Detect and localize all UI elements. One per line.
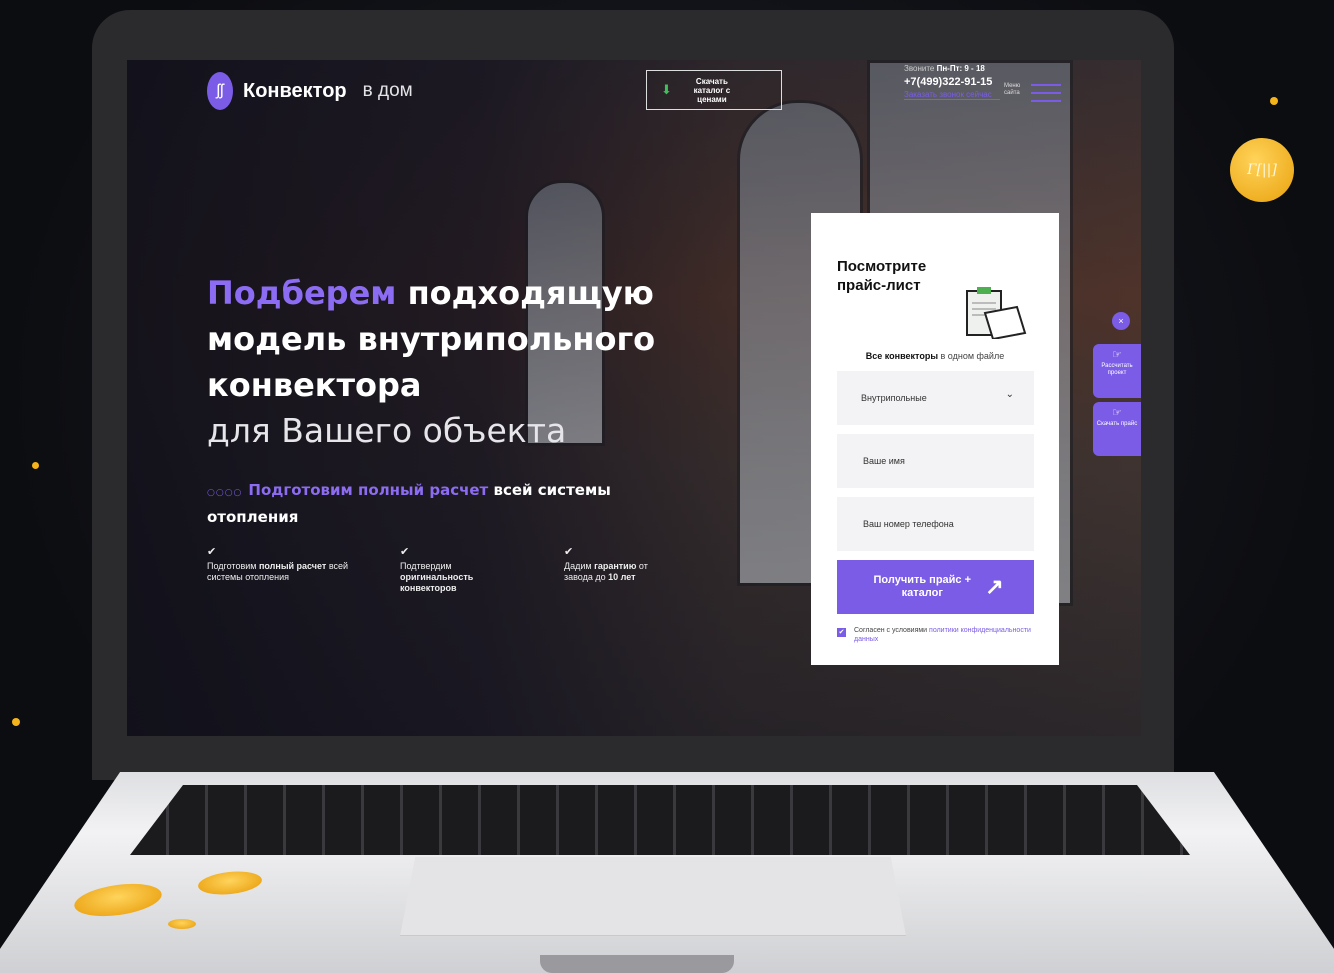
close-icon[interactable]: × (1112, 312, 1130, 330)
consent-checkbox[interactable]: ✔ Согласен с условиями политики конфиден… (837, 626, 1037, 644)
coin-badge-icon: Г[||] (1230, 138, 1294, 202)
get-price-button[interactable]: Получить прайс + каталог ↗ (837, 560, 1034, 614)
decor-dot (1270, 97, 1278, 105)
decor-dot (32, 462, 39, 469)
download-icon: ⬇ (661, 82, 672, 97)
convector-type-select[interactable]: Внутрипольные ⌄ (837, 371, 1034, 425)
feature-text: Подтвердим (400, 561, 452, 571)
check-icon: ✔ (564, 546, 574, 558)
feature-item: ✔ Подтвердим оригинальность конвекторов (400, 547, 510, 594)
tab-label: Скачать прайс (1096, 421, 1138, 427)
feature-bold: оригинальность конвекторов (400, 572, 474, 593)
hero-accent-2: конвектора (207, 366, 422, 404)
download-price-tab[interactable]: ☞ Скачать прайс (1093, 402, 1141, 456)
consent-label: Согласен с условиями (854, 627, 930, 634)
check-icon: ✔ (207, 546, 217, 558)
chevron-down-icon: ⌄ (1005, 389, 1014, 400)
feature-bold: полный расчет (258, 561, 327, 571)
form-title: Посмотрите прайс-лист (837, 258, 927, 294)
laptop-keyboard (130, 785, 1190, 855)
feature-text: Подготовим (207, 561, 259, 571)
decor-dot (12, 718, 20, 726)
coin-icon (168, 919, 196, 929)
price-form-card: Посмотрите прайс-лист Все конвекторы в о… (811, 213, 1059, 665)
feature-bold: гарантию (594, 561, 637, 571)
laptop-notch (540, 955, 734, 973)
hours-prefix: Звоните (904, 64, 937, 73)
callback-link[interactable]: Заказать звонок сейчас (904, 90, 1000, 100)
feature-item: ✔ Дадим гарантию от завода до 10 лет (564, 547, 674, 583)
burger-menu-icon[interactable] (1031, 84, 1061, 108)
subtitle-accent: Подготовим полный расчет (248, 481, 489, 499)
feature-bold: 10 лет (608, 572, 636, 582)
menu-label: Меню сайта (1004, 83, 1021, 96)
phone-link[interactable]: +7(499)322-91-15 (904, 76, 1014, 88)
select-value: Внутрипольные (861, 393, 927, 403)
tab-label: Рассчитать проект (1101, 363, 1133, 376)
form-subtitle-bold: Все конвекторы (865, 351, 939, 361)
logo-icon: ʃʃ (207, 72, 233, 110)
website-screen: ʃʃ Конвектор в дом ⬇ Скачать каталог с ц… (127, 60, 1141, 736)
checkbox-check-icon: ✔ (837, 628, 846, 637)
laptop-trackpad (400, 857, 906, 936)
hand-pointer-icon: ☞ (1112, 349, 1122, 361)
hero-subtitle: ○○○○ Подготовим полный расчет всей систем… (207, 478, 627, 529)
logo-main-text: Конвектор (243, 79, 347, 102)
work-hours: Звоните Пн-Пт: 9 - 18 (904, 64, 1014, 73)
arrow-icon: ↗ (985, 574, 1004, 599)
submit-label: Получить прайс + каталог (873, 574, 972, 599)
dots-icon: ○○○○ (207, 488, 243, 498)
download-catalog-button[interactable]: ⬇ Скачать каталог с ценами (646, 70, 782, 110)
name-input[interactable]: Ваше имя (837, 434, 1034, 488)
calculate-project-tab[interactable]: ☞ Рассчитать проект (1093, 344, 1141, 398)
form-subtitle-rest: в одном файле (938, 351, 1005, 361)
hero-accent-1: Подберем (207, 274, 397, 312)
hand-pointer-icon: ☞ (1112, 407, 1122, 419)
hero-title: Подберем подходящую модель внутрипольног… (207, 270, 655, 454)
logo-sub-text: в дом (362, 80, 413, 101)
hero-line-4: для Вашего объекта (207, 411, 567, 450)
contacts-block: Звоните Пн-Пт: 9 - 18 +7(499)322-91-15 З… (904, 64, 1014, 100)
feature-item: ✔ Подготовим полный расчет всей системы … (207, 547, 382, 583)
form-subtitle: Все конвекторы в одном файле (811, 351, 1059, 361)
catalog-button-label: Скачать каталог с ценами (693, 76, 731, 104)
feature-text: Дадим (564, 561, 595, 571)
hero-line-1: Подберем подходящую (207, 270, 655, 316)
hours-value: Пн-Пт: 9 - 18 (936, 64, 985, 73)
consent-text: Согласен с условиями политики конфиденци… (854, 626, 1037, 644)
price-list-icon (966, 287, 1027, 339)
hero-part-1: подходящую (396, 274, 654, 312)
check-icon: ✔ (400, 546, 410, 558)
site-logo[interactable]: ʃʃ Конвектор в дом (207, 72, 413, 110)
phone-input[interactable]: Ваш номер телефона (837, 497, 1034, 551)
hero-line-2: модель внутрипольного (207, 320, 656, 358)
